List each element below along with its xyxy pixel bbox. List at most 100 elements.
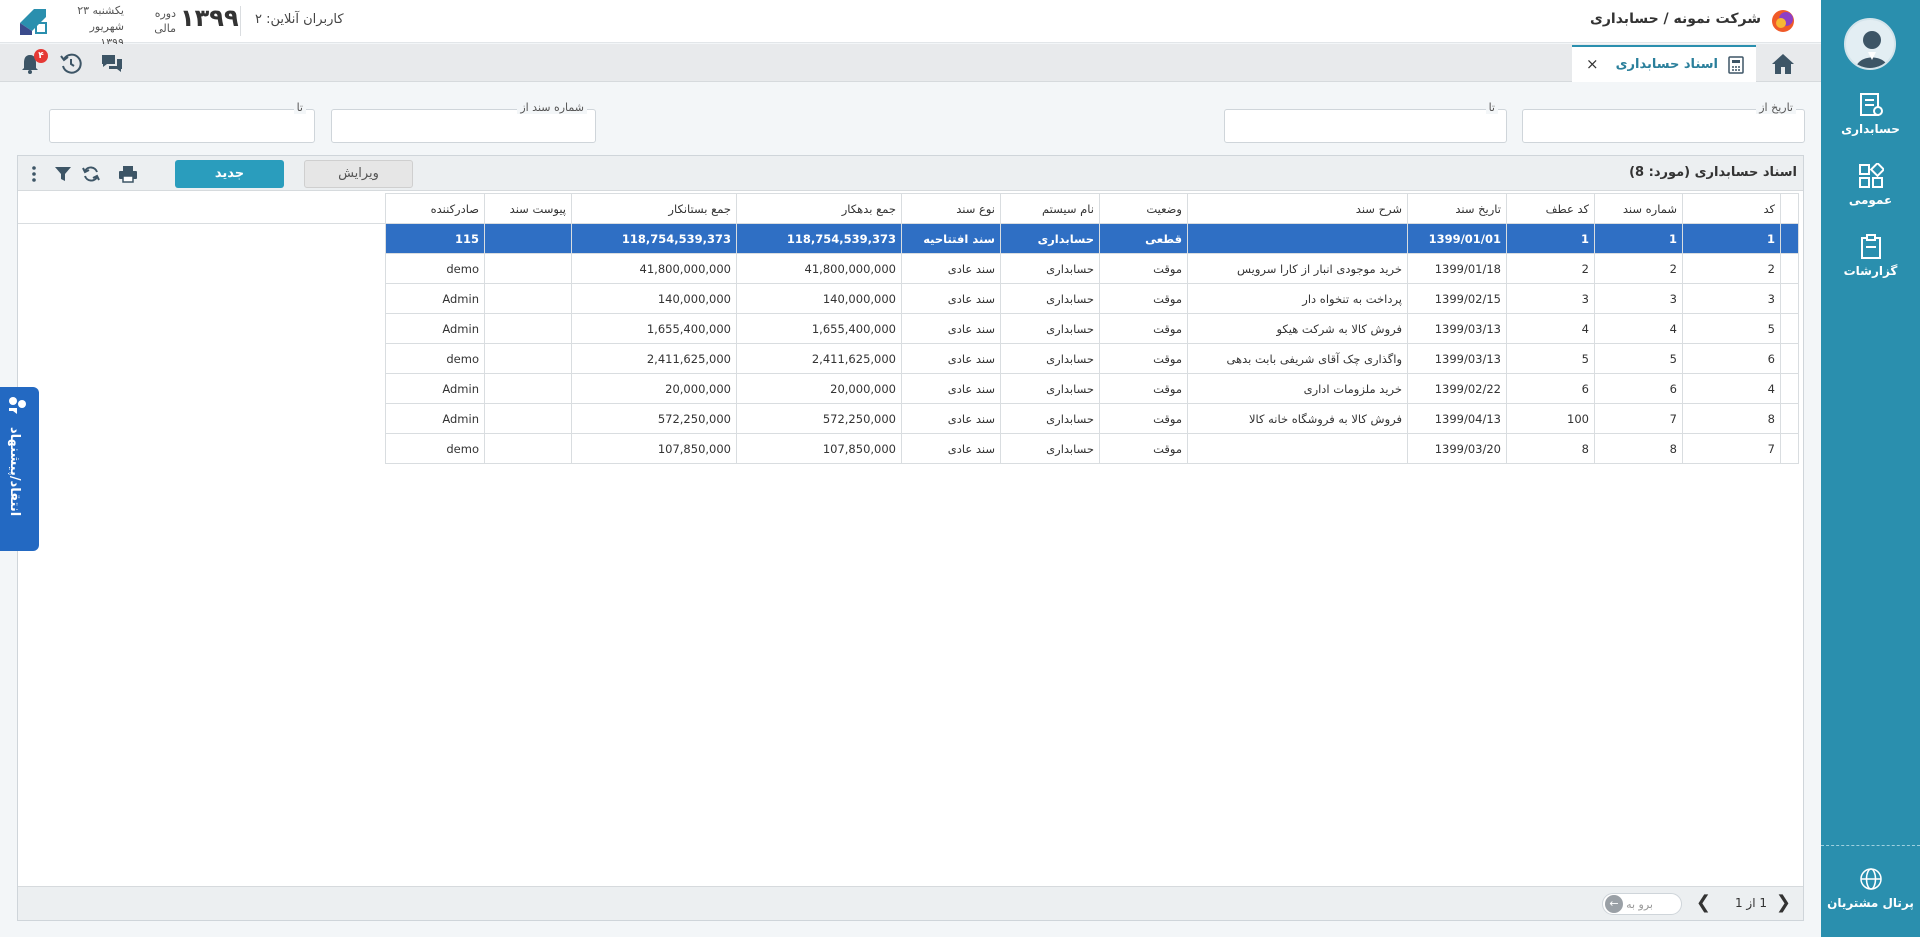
table-cell: سند عادی [901, 313, 1001, 344]
row-selector-cell[interactable] [1780, 223, 1799, 254]
date-from-field[interactable]: تاریخ از [1522, 101, 1805, 143]
right-sidebar: حسابداری عمومی گزارشات پرتال مشتریان [1821, 0, 1920, 937]
table-cell: سند عادی [901, 403, 1001, 434]
table-row[interactable]: 5 4 4 1399/03/13 فروش کالا به شرکت هیکو موقت ح… [385, 313, 1799, 344]
table-row[interactable]: 8 7 100 1399/04/13 فروش کالا به فروشگاه خانه… [385, 403, 1799, 434]
sidebar-item-general[interactable]: عمومی [1821, 163, 1920, 225]
sidebar-item-accounting[interactable]: حسابداری [1821, 92, 1920, 154]
user-avatar-icon [1856, 31, 1888, 68]
previous-page-icon[interactable]: ❮ [1696, 894, 1711, 912]
page-info: 1 از 1 [1734, 896, 1767, 910]
documents-table: کد شماره سند کد عطف تاریخ سند شرح سند وض… [385, 193, 1799, 464]
table-cell: 8 [1682, 403, 1781, 434]
more-options-icon[interactable] [24, 164, 44, 184]
table-cell: سند افتتاحیه [901, 223, 1001, 254]
filter-icon[interactable] [53, 164, 73, 184]
table-cell: سند عادی [901, 253, 1001, 284]
print-icon[interactable] [118, 164, 138, 184]
table-cell: پرداخت به تنخواه دار [1187, 283, 1408, 314]
feedback-tab[interactable]: انتقاد/پیشنهاد [0, 387, 39, 551]
table-cell: سند عادی [901, 433, 1001, 464]
row-selector-cell[interactable] [1780, 253, 1799, 284]
doc-number-from-field[interactable]: شماره سند از [331, 101, 596, 143]
tab-accounting-documents[interactable]: اسناد حسابداری × [1572, 45, 1756, 82]
date-to-label: تا [1485, 101, 1498, 114]
tab-strip: اسناد حسابداری × [0, 44, 1821, 82]
row-selector-cell[interactable] [1780, 433, 1799, 464]
table-cell: 3 [1682, 283, 1781, 314]
table-cell: 572,250,000 [736, 403, 902, 434]
column-header[interactable]: نام سیستم [1000, 193, 1100, 224]
row-selector-cell[interactable] [1780, 343, 1799, 374]
table-row[interactable]: 3 3 3 1399/02/15 پرداخت به تنخواه دار موقت حسا… [385, 283, 1799, 314]
customer-portal-link[interactable]: پرتال مشتریان [1821, 866, 1920, 910]
table-cell: demo [385, 343, 485, 374]
table-cell: 20,000,000 [736, 373, 902, 404]
table-cell: Admin [385, 373, 485, 404]
next-page-icon[interactable]: ❯ [1776, 894, 1791, 912]
table-cell: 7 [1682, 433, 1781, 464]
table-row[interactable]: 4 6 6 1399/02/22 خرید ملزومات اداری موقت حسابد… [385, 373, 1799, 404]
feedback-icon [9, 397, 26, 414]
table-cell: 3 [1594, 283, 1683, 314]
goto-page-input[interactable]: برو به ← [1602, 893, 1682, 915]
date-from-label: تاریخ از [1756, 101, 1796, 114]
date-to-field[interactable]: تا [1224, 101, 1507, 143]
online-users: کاربران آنلاین: ۲ [255, 12, 344, 27]
close-tab-icon[interactable]: × [1586, 55, 1599, 73]
fiscal-year[interactable]: ۱۳۹۹ [180, 4, 239, 32]
column-header[interactable]: وضعیت [1099, 193, 1188, 224]
history-icon[interactable] [59, 52, 83, 76]
portal-label: پرتال مشتریان [1827, 896, 1914, 910]
table-header-row: کد شماره سند کد عطف تاریخ سند شرح سند وض… [385, 193, 1799, 224]
table-cell [484, 313, 572, 344]
table-row[interactable]: 2 2 2 1399/01/18 خرید موجودی انبار از کارا س… [385, 253, 1799, 284]
accounting-icon [1859, 93, 1883, 116]
sidebar-item-reports[interactable]: گزارشات [1821, 234, 1920, 296]
new-button[interactable]: جدید [175, 160, 284, 188]
company-logo-icon [1772, 10, 1794, 32]
column-header[interactable]: پیوست سند [484, 193, 572, 224]
column-header[interactable]: شرح سند [1187, 193, 1408, 224]
table-cell: 2 [1682, 253, 1781, 284]
table-cell: 1399/03/20 [1407, 433, 1507, 464]
table-row[interactable]: 6 5 5 1399/03/13 واگذاری چک آقای شریفی بابت … [385, 343, 1799, 374]
column-header[interactable]: نوع سند [901, 193, 1001, 224]
goto-placeholder: برو به [1626, 898, 1653, 911]
table-cell [484, 373, 572, 404]
user-avatar[interactable] [1844, 18, 1896, 70]
row-selector-cell[interactable] [1780, 373, 1799, 404]
sidebar-item-label: عمومی [1848, 193, 1893, 207]
table-row[interactable]: 1 1 1 1399/01/01 قطعی حسابداری سند افتتاحیه 118… [385, 223, 1799, 254]
column-header[interactable]: جمع بدهکار [736, 193, 902, 224]
table-cell [484, 253, 572, 284]
column-header[interactable]: کد [1682, 193, 1781, 224]
column-header[interactable]: جمع بستانکار [571, 193, 737, 224]
refresh-icon[interactable] [81, 164, 101, 184]
home-icon[interactable] [1768, 50, 1798, 78]
table-cell: 1399/04/13 [1407, 403, 1507, 434]
table-row[interactable]: 7 8 8 1399/03/20 موقت حسابداری سند عادی 107,850… [385, 433, 1799, 464]
table-cell: 3 [1506, 283, 1595, 314]
column-header[interactable]: کد عطف [1506, 193, 1595, 224]
column-header[interactable]: تاریخ سند [1407, 193, 1507, 224]
table-cell: 8 [1594, 433, 1683, 464]
globe-icon [1859, 868, 1882, 890]
row-selector-cell[interactable] [1780, 283, 1799, 314]
column-header[interactable]: صادرکننده [385, 193, 485, 224]
row-selector-cell[interactable] [1780, 313, 1799, 344]
table-cell: حسابداری [1000, 433, 1100, 464]
table-cell: demo [385, 253, 485, 284]
table-cell: حسابداری [1000, 403, 1100, 434]
doc-number-to-field[interactable]: تا [49, 101, 315, 143]
chat-icon[interactable] [100, 52, 124, 76]
company-path: شرکت نمونه / حسابداری [1590, 11, 1761, 27]
table-cell [1187, 223, 1408, 254]
arrow-left-icon[interactable]: ← [1605, 895, 1623, 913]
row-selector-cell[interactable] [1780, 403, 1799, 434]
column-header[interactable]: شماره سند [1594, 193, 1683, 224]
table-cell: 1 [1682, 223, 1781, 254]
table-cell: موقت [1099, 403, 1188, 434]
fiscal-label-line1: دوره [154, 7, 176, 20]
edit-button[interactable]: ویرایش [304, 160, 413, 188]
